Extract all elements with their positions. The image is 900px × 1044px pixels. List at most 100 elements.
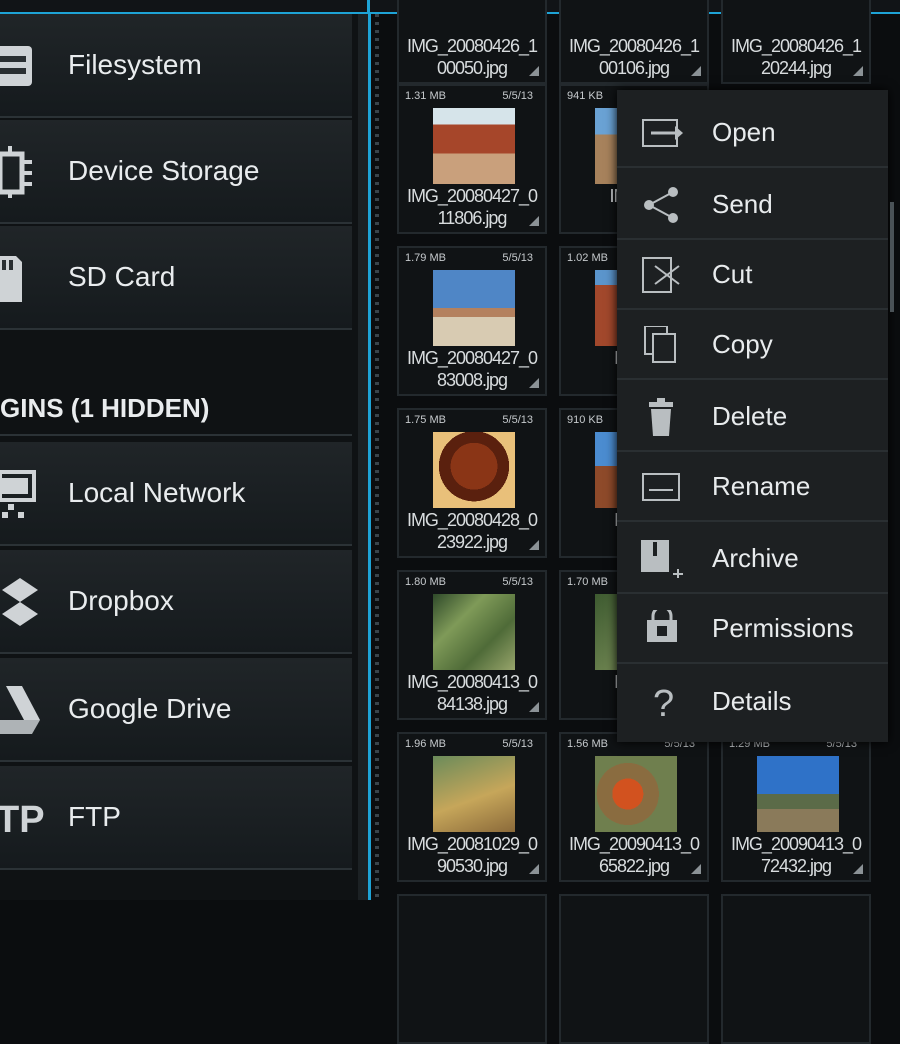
sidebar-item-dropbox[interactable]: Dropbox <box>0 550 352 654</box>
file-name: IMG_20080426_1 <box>568 36 700 56</box>
file-name: 84138.jpg <box>436 694 508 714</box>
filesystem-icon <box>0 46 32 86</box>
image-thumbnail <box>433 432 515 508</box>
select-corner-icon[interactable] <box>529 66 539 76</box>
chip-icon <box>0 146 32 198</box>
sidebar: Filesystem Device Storage SD Card GINS (… <box>0 14 358 900</box>
trash-icon <box>649 398 673 436</box>
svg-text:?: ? <box>653 683 674 720</box>
file-date: 5/5/13 <box>502 576 533 588</box>
file-tile[interactable]: IMG_20080426_1 00050.jpg <box>397 0 547 84</box>
menu-item-label: Details <box>712 685 792 716</box>
menu-item-archive[interactable]: Archive <box>617 524 888 594</box>
pane-divider[interactable] <box>358 14 368 900</box>
file-tile[interactable]: 1.56 MB 5/5/13 IMG_20090413_0 65822.jpg <box>559 732 709 882</box>
file-date: 5/5/13 <box>502 414 533 426</box>
file-tile[interactable]: IMG_20080426_1 00106.jpg <box>559 0 709 84</box>
scroll-dots <box>375 14 379 900</box>
menu-item-cut[interactable]: Cut <box>617 240 888 310</box>
image-thumbnail <box>433 108 515 184</box>
select-corner-icon[interactable] <box>529 216 539 226</box>
sidebar-item-label: Filesystem <box>68 49 202 80</box>
archive-icon <box>641 540 683 578</box>
file-name: IMG_20080427_0 <box>406 348 538 368</box>
menu-item-label: Delete <box>712 400 788 431</box>
file-size: 1.96 MB <box>405 738 446 750</box>
file-name: 83008.jpg <box>436 370 508 390</box>
select-corner-icon[interactable] <box>853 864 863 874</box>
menu-scrollbar[interactable] <box>890 202 894 312</box>
menu-item-send[interactable]: Send <box>617 170 888 240</box>
file-tile[interactable]: 1.31 MB 5/5/13 IMG_20080427_0 11806.jpg <box>397 84 547 234</box>
file-tile[interactable]: 1.80 MB 5/5/13 IMG_20080413_0 84138.jpg <box>397 570 547 720</box>
file-tile[interactable]: 1.79 MB 5/5/13 IMG_20080427_0 83008.jpg <box>397 246 547 396</box>
file-date: 5/5/13 <box>502 90 533 102</box>
permissions-icon <box>647 610 677 642</box>
sidebar-item-google-drive[interactable]: Google Drive <box>0 658 352 762</box>
file-size: 1.02 MB <box>567 252 608 264</box>
select-corner-icon[interactable] <box>529 864 539 874</box>
file-tile[interactable] <box>559 894 709 1044</box>
sidebar-item-label: SD Card <box>68 261 176 292</box>
sidebar-item-filesystem[interactable]: Filesystem <box>0 14 352 118</box>
sdcard-icon <box>0 256 22 302</box>
file-size: 1.80 MB <box>405 576 446 588</box>
file-tile[interactable]: IMG_20080426_1 20244.jpg <box>721 0 871 84</box>
rename-icon <box>642 473 680 501</box>
file-size: 1.56 MB <box>567 738 608 750</box>
menu-item-rename[interactable]: Rename <box>617 452 888 522</box>
sidebar-item-device-storage[interactable]: Device Storage <box>0 120 352 224</box>
file-name: 72432.jpg <box>760 856 832 876</box>
file-tile[interactable]: 1.96 MB 5/5/13 IMG_20081029_0 90530.jpg <box>397 732 547 882</box>
menu-item-label: Cut <box>712 258 753 289</box>
section-header-label: GINS (1 HIDDEN) <box>0 393 210 423</box>
file-name: IMG_20080426_1 <box>406 36 538 56</box>
file-size: 1.70 MB <box>567 576 608 588</box>
file-name: IMG_20090413_0 <box>730 834 862 854</box>
file-tile[interactable] <box>397 894 547 1044</box>
file-name: 11806.jpg <box>437 208 508 228</box>
file-tile[interactable]: 1.75 MB 5/5/13 IMG_20080428_0 23922.jpg <box>397 408 547 558</box>
sidebar-item-label: Local Network <box>68 477 246 508</box>
cut-icon <box>642 257 680 293</box>
image-thumbnail <box>433 270 515 346</box>
file-date: 5/5/13 <box>502 738 533 750</box>
menu-item-label: Send <box>712 188 773 219</box>
select-corner-icon[interactable] <box>691 66 701 76</box>
file-tile[interactable] <box>721 894 871 1044</box>
select-corner-icon[interactable] <box>853 66 863 76</box>
image-thumbnail <box>595 756 677 832</box>
file-tile[interactable]: 1.29 MB 5/5/13 IMG_20090413_0 72432.jpg <box>721 732 871 882</box>
plugins-section-header: GINS (1 HIDDEN) <box>0 332 352 436</box>
sidebar-item-local-network[interactable]: Local Network <box>0 442 352 546</box>
file-name: IMG_20080428_0 <box>406 510 538 530</box>
menu-item-details[interactable]: ? Details <box>617 666 888 736</box>
select-corner-icon[interactable] <box>529 540 539 550</box>
open-icon <box>642 119 683 147</box>
copy-icon <box>644 326 676 363</box>
menu-item-copy[interactable]: Copy <box>617 310 888 380</box>
sidebar-item-label: FTP <box>68 801 121 832</box>
question-icon: ? <box>653 683 674 720</box>
file-size: 1.79 MB <box>405 252 446 264</box>
menu-item-delete[interactable]: Delete <box>617 382 888 452</box>
menu-item-open[interactable]: Open <box>617 98 888 168</box>
select-corner-icon[interactable] <box>529 378 539 388</box>
menu-item-label: Open <box>712 116 776 147</box>
select-corner-icon[interactable] <box>691 864 701 874</box>
file-name: 65822.jpg <box>598 856 670 876</box>
menu-item-permissions[interactable]: Permissions <box>617 594 888 664</box>
file-name: IMG_20080427_0 <box>406 186 538 206</box>
google-drive-icon <box>0 686 40 734</box>
sidebar-item-ftp[interactable]: TP FTP <box>0 766 352 870</box>
sidebar-item-sd-card[interactable]: SD Card <box>0 226 352 330</box>
menu-item-label: Permissions <box>712 612 854 643</box>
file-size: 1.31 MB <box>405 90 446 102</box>
image-thumbnail <box>433 594 515 670</box>
menu-item-label: Rename <box>712 470 811 501</box>
select-corner-icon[interactable] <box>529 702 539 712</box>
file-name: IMG_20081029_0 <box>406 834 538 854</box>
menu-item-label: Copy <box>712 328 773 359</box>
file-size: 910 KB <box>567 414 604 426</box>
menu-item-label: Archive <box>712 542 799 573</box>
